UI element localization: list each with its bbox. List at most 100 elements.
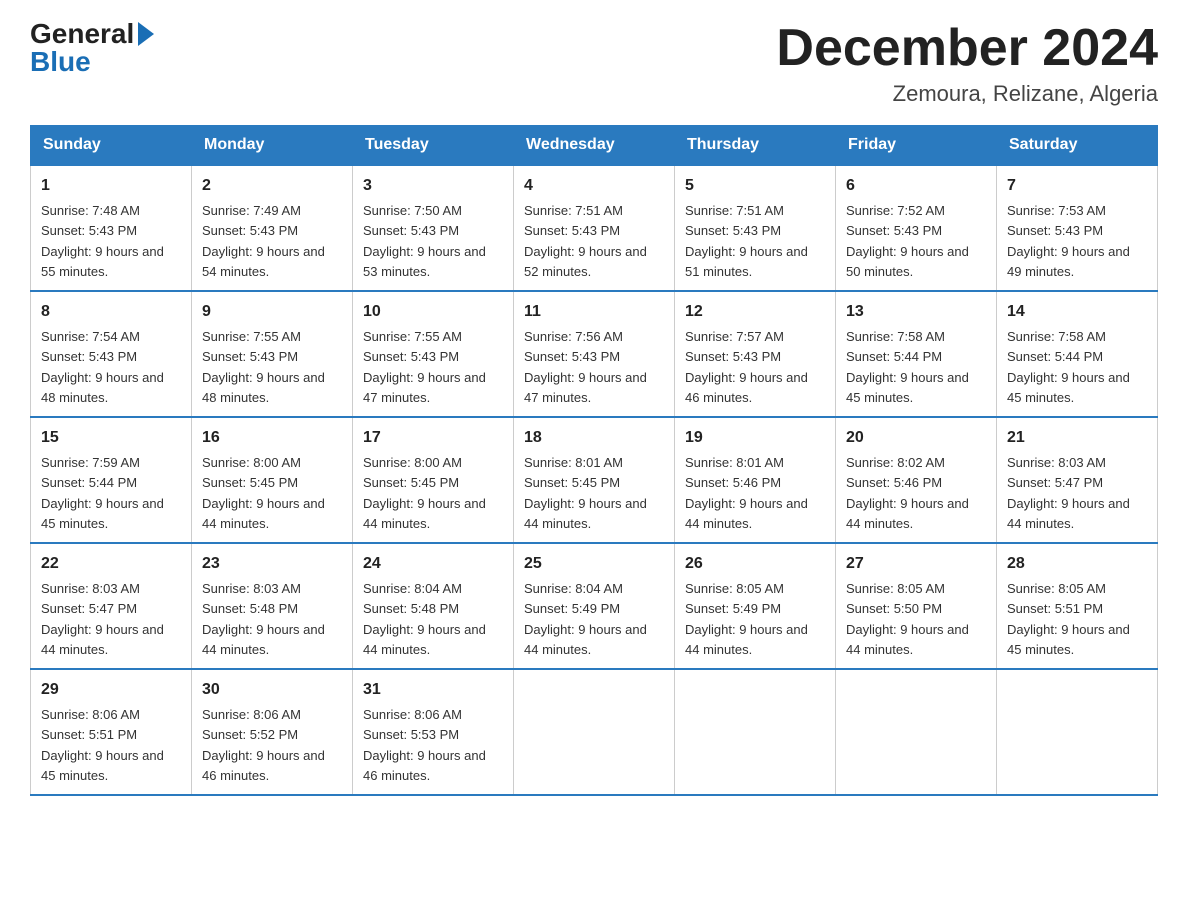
day-info: Sunrise: 8:03 AMSunset: 5:48 PMDaylight:… [202,581,325,657]
day-info: Sunrise: 7:51 AMSunset: 5:43 PMDaylight:… [524,203,647,279]
logo-arrow-icon [138,22,154,46]
day-info: Sunrise: 7:54 AMSunset: 5:43 PMDaylight:… [41,329,164,405]
calendar-cell: 9 Sunrise: 7:55 AMSunset: 5:43 PMDayligh… [192,291,353,417]
calendar-week-row: 22 Sunrise: 8:03 AMSunset: 5:47 PMDaylig… [31,543,1158,669]
calendar-cell: 5 Sunrise: 7:51 AMSunset: 5:43 PMDayligh… [675,165,836,291]
calendar-week-row: 1 Sunrise: 7:48 AMSunset: 5:43 PMDayligh… [31,165,1158,291]
calendar-cell: 25 Sunrise: 8:04 AMSunset: 5:49 PMDaylig… [514,543,675,669]
calendar-cell: 2 Sunrise: 7:49 AMSunset: 5:43 PMDayligh… [192,165,353,291]
day-info: Sunrise: 8:04 AMSunset: 5:49 PMDaylight:… [524,581,647,657]
day-info: Sunrise: 8:03 AMSunset: 5:47 PMDaylight:… [41,581,164,657]
day-info: Sunrise: 8:06 AMSunset: 5:51 PMDaylight:… [41,707,164,783]
day-info: Sunrise: 7:59 AMSunset: 5:44 PMDaylight:… [41,455,164,531]
logo-general-text: General [30,20,134,48]
day-number: 10 [363,300,503,324]
calendar-cell: 12 Sunrise: 7:57 AMSunset: 5:43 PMDaylig… [675,291,836,417]
day-number: 3 [363,174,503,198]
day-header-monday: Monday [192,126,353,166]
day-info: Sunrise: 7:55 AMSunset: 5:43 PMDaylight:… [202,329,325,405]
calendar-cell: 11 Sunrise: 7:56 AMSunset: 5:43 PMDaylig… [514,291,675,417]
day-number: 4 [524,174,664,198]
page-header: General Blue December 2024 Zemoura, Reli… [30,20,1158,107]
day-info: Sunrise: 8:05 AMSunset: 5:50 PMDaylight:… [846,581,969,657]
calendar-cell: 31 Sunrise: 8:06 AMSunset: 5:53 PMDaylig… [353,669,514,795]
calendar-cell [997,669,1158,795]
logo-blue-text: Blue [30,48,91,76]
day-info: Sunrise: 8:00 AMSunset: 5:45 PMDaylight:… [202,455,325,531]
day-number: 8 [41,300,181,324]
day-info: Sunrise: 7:51 AMSunset: 5:43 PMDaylight:… [685,203,808,279]
day-info: Sunrise: 8:06 AMSunset: 5:52 PMDaylight:… [202,707,325,783]
day-info: Sunrise: 8:00 AMSunset: 5:45 PMDaylight:… [363,455,486,531]
calendar-cell: 8 Sunrise: 7:54 AMSunset: 5:43 PMDayligh… [31,291,192,417]
location-title: Zemoura, Relizane, Algeria [776,81,1158,107]
calendar-header-row: SundayMondayTuesdayWednesdayThursdayFrid… [31,126,1158,166]
day-number: 15 [41,426,181,450]
day-number: 5 [685,174,825,198]
calendar-cell: 27 Sunrise: 8:05 AMSunset: 5:50 PMDaylig… [836,543,997,669]
day-header-friday: Friday [836,126,997,166]
day-number: 20 [846,426,986,450]
day-info: Sunrise: 7:58 AMSunset: 5:44 PMDaylight:… [1007,329,1130,405]
day-info: Sunrise: 7:53 AMSunset: 5:43 PMDaylight:… [1007,203,1130,279]
calendar-cell: 4 Sunrise: 7:51 AMSunset: 5:43 PMDayligh… [514,165,675,291]
calendar-cell: 15 Sunrise: 7:59 AMSunset: 5:44 PMDaylig… [31,417,192,543]
day-info: Sunrise: 7:56 AMSunset: 5:43 PMDaylight:… [524,329,647,405]
day-number: 29 [41,678,181,702]
calendar-cell: 19 Sunrise: 8:01 AMSunset: 5:46 PMDaylig… [675,417,836,543]
day-number: 18 [524,426,664,450]
day-number: 1 [41,174,181,198]
calendar-cell: 29 Sunrise: 8:06 AMSunset: 5:51 PMDaylig… [31,669,192,795]
calendar-cell [836,669,997,795]
day-number: 12 [685,300,825,324]
calendar-cell: 26 Sunrise: 8:05 AMSunset: 5:49 PMDaylig… [675,543,836,669]
calendar-cell: 20 Sunrise: 8:02 AMSunset: 5:46 PMDaylig… [836,417,997,543]
day-info: Sunrise: 8:02 AMSunset: 5:46 PMDaylight:… [846,455,969,531]
day-number: 23 [202,552,342,576]
calendar-cell: 13 Sunrise: 7:58 AMSunset: 5:44 PMDaylig… [836,291,997,417]
day-header-wednesday: Wednesday [514,126,675,166]
day-header-tuesday: Tuesday [353,126,514,166]
day-info: Sunrise: 7:48 AMSunset: 5:43 PMDaylight:… [41,203,164,279]
calendar-cell: 18 Sunrise: 8:01 AMSunset: 5:45 PMDaylig… [514,417,675,543]
calendar-cell [514,669,675,795]
day-number: 2 [202,174,342,198]
day-number: 6 [846,174,986,198]
logo: General Blue [30,20,154,76]
calendar-cell: 17 Sunrise: 8:00 AMSunset: 5:45 PMDaylig… [353,417,514,543]
day-info: Sunrise: 7:52 AMSunset: 5:43 PMDaylight:… [846,203,969,279]
day-number: 13 [846,300,986,324]
day-info: Sunrise: 8:05 AMSunset: 5:51 PMDaylight:… [1007,581,1130,657]
day-info: Sunrise: 7:55 AMSunset: 5:43 PMDaylight:… [363,329,486,405]
calendar-cell: 10 Sunrise: 7:55 AMSunset: 5:43 PMDaylig… [353,291,514,417]
calendar-cell: 23 Sunrise: 8:03 AMSunset: 5:48 PMDaylig… [192,543,353,669]
day-number: 9 [202,300,342,324]
day-info: Sunrise: 7:49 AMSunset: 5:43 PMDaylight:… [202,203,325,279]
calendar-cell: 30 Sunrise: 8:06 AMSunset: 5:52 PMDaylig… [192,669,353,795]
day-number: 30 [202,678,342,702]
day-number: 14 [1007,300,1147,324]
calendar-cell: 21 Sunrise: 8:03 AMSunset: 5:47 PMDaylig… [997,417,1158,543]
day-number: 22 [41,552,181,576]
calendar-cell: 7 Sunrise: 7:53 AMSunset: 5:43 PMDayligh… [997,165,1158,291]
day-number: 26 [685,552,825,576]
calendar-cell [675,669,836,795]
calendar-cell: 6 Sunrise: 7:52 AMSunset: 5:43 PMDayligh… [836,165,997,291]
day-info: Sunrise: 8:06 AMSunset: 5:53 PMDaylight:… [363,707,486,783]
day-info: Sunrise: 8:03 AMSunset: 5:47 PMDaylight:… [1007,455,1130,531]
calendar-cell: 16 Sunrise: 8:00 AMSunset: 5:45 PMDaylig… [192,417,353,543]
day-number: 19 [685,426,825,450]
day-header-sunday: Sunday [31,126,192,166]
day-info: Sunrise: 8:01 AMSunset: 5:46 PMDaylight:… [685,455,808,531]
day-info: Sunrise: 7:50 AMSunset: 5:43 PMDaylight:… [363,203,486,279]
day-number: 24 [363,552,503,576]
day-info: Sunrise: 8:05 AMSunset: 5:49 PMDaylight:… [685,581,808,657]
calendar-week-row: 29 Sunrise: 8:06 AMSunset: 5:51 PMDaylig… [31,669,1158,795]
day-number: 27 [846,552,986,576]
title-block: December 2024 Zemoura, Relizane, Algeria [776,20,1158,107]
day-info: Sunrise: 7:57 AMSunset: 5:43 PMDaylight:… [685,329,808,405]
day-number: 28 [1007,552,1147,576]
month-title: December 2024 [776,20,1158,77]
day-header-thursday: Thursday [675,126,836,166]
calendar-week-row: 8 Sunrise: 7:54 AMSunset: 5:43 PMDayligh… [31,291,1158,417]
